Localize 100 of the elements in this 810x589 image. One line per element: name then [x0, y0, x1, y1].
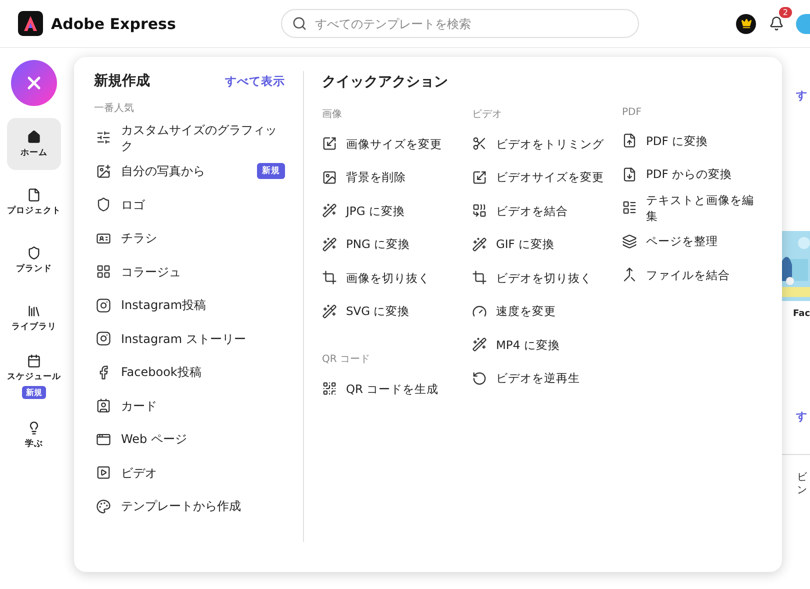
- app-name: Adobe Express: [51, 14, 177, 32]
- notification-count: 2: [778, 6, 792, 18]
- wand-icon: [322, 203, 337, 218]
- sliders-icon: [96, 130, 111, 146]
- wand-icon: [322, 304, 337, 319]
- new-badge: 新規: [22, 386, 46, 399]
- menu-item[interactable]: Facebook投稿: [94, 356, 285, 389]
- action-item[interactable]: SVG に変換: [322, 294, 472, 328]
- action-item[interactable]: ビデオサイズを変更: [472, 160, 622, 194]
- menu-item[interactable]: Web ページ: [94, 422, 285, 456]
- lightbulb-icon: [27, 420, 41, 434]
- search-icon: [292, 16, 307, 31]
- section-label: QR コード: [322, 353, 371, 366]
- menu-item[interactable]: チラシ: [94, 222, 285, 255]
- gauge-icon: [472, 304, 487, 319]
- item-title: ン: [797, 484, 807, 497]
- action-item[interactable]: 背景を削除: [322, 160, 472, 194]
- card-icon: [96, 398, 111, 414]
- section-label: ビデオ: [472, 108, 503, 121]
- action-item[interactable]: GIF に変換: [472, 228, 622, 261]
- section-label: 画像: [322, 108, 343, 121]
- action-item[interactable]: ファイルを結合: [622, 258, 772, 292]
- file-up-icon: [622, 133, 637, 148]
- action-item[interactable]: JPG に変換: [322, 194, 472, 228]
- section-label: PDF: [622, 107, 642, 118]
- view-all-link[interactable]: す: [796, 88, 807, 103]
- id-card-icon: [96, 230, 111, 246]
- menu-item[interactable]: テンプレートから作成: [94, 490, 285, 523]
- action-item[interactable]: ページを整理: [622, 224, 772, 258]
- close-button[interactable]: [11, 60, 57, 106]
- template-caption: Fac: [793, 309, 810, 319]
- logo-icon[interactable]: [18, 11, 43, 36]
- premium-button[interactable]: [736, 14, 756, 34]
- quick-actions-title: クイックアクション: [322, 74, 448, 90]
- palette-icon: [96, 498, 111, 514]
- new-badge: 新規: [257, 163, 285, 180]
- action-item[interactable]: PDF に変換: [622, 124, 772, 158]
- action-item[interactable]: 画像を切り抜く: [322, 261, 472, 294]
- scissors-icon: [472, 136, 487, 152]
- calendar-icon: [27, 354, 41, 368]
- shield-icon: [96, 197, 111, 212]
- action-item[interactable]: PDF からの変換: [622, 158, 772, 191]
- search-input[interactable]: すべてのテンプレートを検索: [313, 16, 628, 32]
- nav-item[interactable]: スケジュール 新規: [7, 350, 61, 403]
- action-item[interactable]: MP4 に変換: [472, 328, 622, 362]
- rotate-icon: [472, 370, 487, 386]
- action-item[interactable]: ビデオをトリミング: [472, 127, 622, 160]
- item-title: ビ: [797, 471, 807, 484]
- view-all-link[interactable]: す: [796, 409, 807, 424]
- menu-item[interactable]: ロゴ: [94, 188, 285, 222]
- action-item[interactable]: ビデオを逆再生: [472, 362, 622, 395]
- nav-item[interactable]: ホーム: [7, 118, 61, 170]
- wand-icon: [322, 236, 337, 252]
- nav-item[interactable]: 学ぶ: [7, 409, 61, 461]
- nav-item[interactable]: プロジェクト: [7, 176, 61, 228]
- action-item[interactable]: PNG に変換: [322, 228, 472, 261]
- combine-icon: [472, 203, 487, 218]
- play-icon: [96, 465, 111, 480]
- wand-icon: [472, 236, 487, 252]
- grid-icon: [96, 264, 111, 280]
- shield-icon: [27, 246, 41, 260]
- section-label: 一番人気: [94, 102, 135, 115]
- camera-icon: [96, 331, 111, 346]
- menu-item[interactable]: Instagram投稿: [94, 288, 285, 322]
- file-icon: [27, 188, 41, 202]
- file-down-icon: [622, 166, 637, 182]
- merge-icon: [622, 267, 637, 282]
- camera-icon: [96, 298, 111, 313]
- action-item[interactable]: ビデオを切り抜く: [472, 261, 622, 294]
- layout-icon: [622, 200, 637, 216]
- crop-icon: [472, 270, 487, 286]
- nav-item[interactable]: ライブラリ: [7, 292, 61, 344]
- library-icon: [27, 304, 41, 318]
- menu-item[interactable]: ビデオ: [94, 456, 285, 490]
- create-title: 新規作成: [94, 72, 150, 90]
- action-item[interactable]: 画像サイズを変更: [322, 127, 472, 160]
- qr-code-icon: [322, 381, 337, 396]
- menu-item[interactable]: 自分の写真から 新規: [94, 154, 285, 188]
- layers-icon: [622, 234, 637, 249]
- resize-icon: [472, 170, 487, 185]
- crop-icon: [322, 270, 337, 286]
- action-item[interactable]: ビデオを結合: [472, 194, 622, 228]
- image-plus-icon: [96, 164, 111, 179]
- menu-item[interactable]: カード: [94, 389, 285, 422]
- action-item[interactable]: テキストと画像を編集: [622, 191, 772, 224]
- view-all-link[interactable]: すべて表示: [225, 74, 285, 88]
- resize-icon: [322, 136, 337, 152]
- wand-icon: [472, 337, 487, 352]
- action-item[interactable]: QR コードを生成: [322, 372, 472, 406]
- crown-icon: [740, 18, 752, 29]
- menu-item[interactable]: Instagram ストーリー: [94, 322, 285, 356]
- home-icon: [27, 130, 41, 144]
- nav-item[interactable]: ブランド: [7, 234, 61, 286]
- browser-icon: [96, 432, 111, 447]
- image-icon: [322, 170, 337, 185]
- menu-item[interactable]: コラージュ: [94, 255, 285, 288]
- action-item[interactable]: 速度を変更: [472, 294, 622, 328]
- menu-item[interactable]: カスタムサイズのグラフィック: [94, 121, 285, 154]
- search-field[interactable]: すべてのテンプレートを検索: [281, 9, 639, 38]
- bell-icon[interactable]: [768, 16, 784, 31]
